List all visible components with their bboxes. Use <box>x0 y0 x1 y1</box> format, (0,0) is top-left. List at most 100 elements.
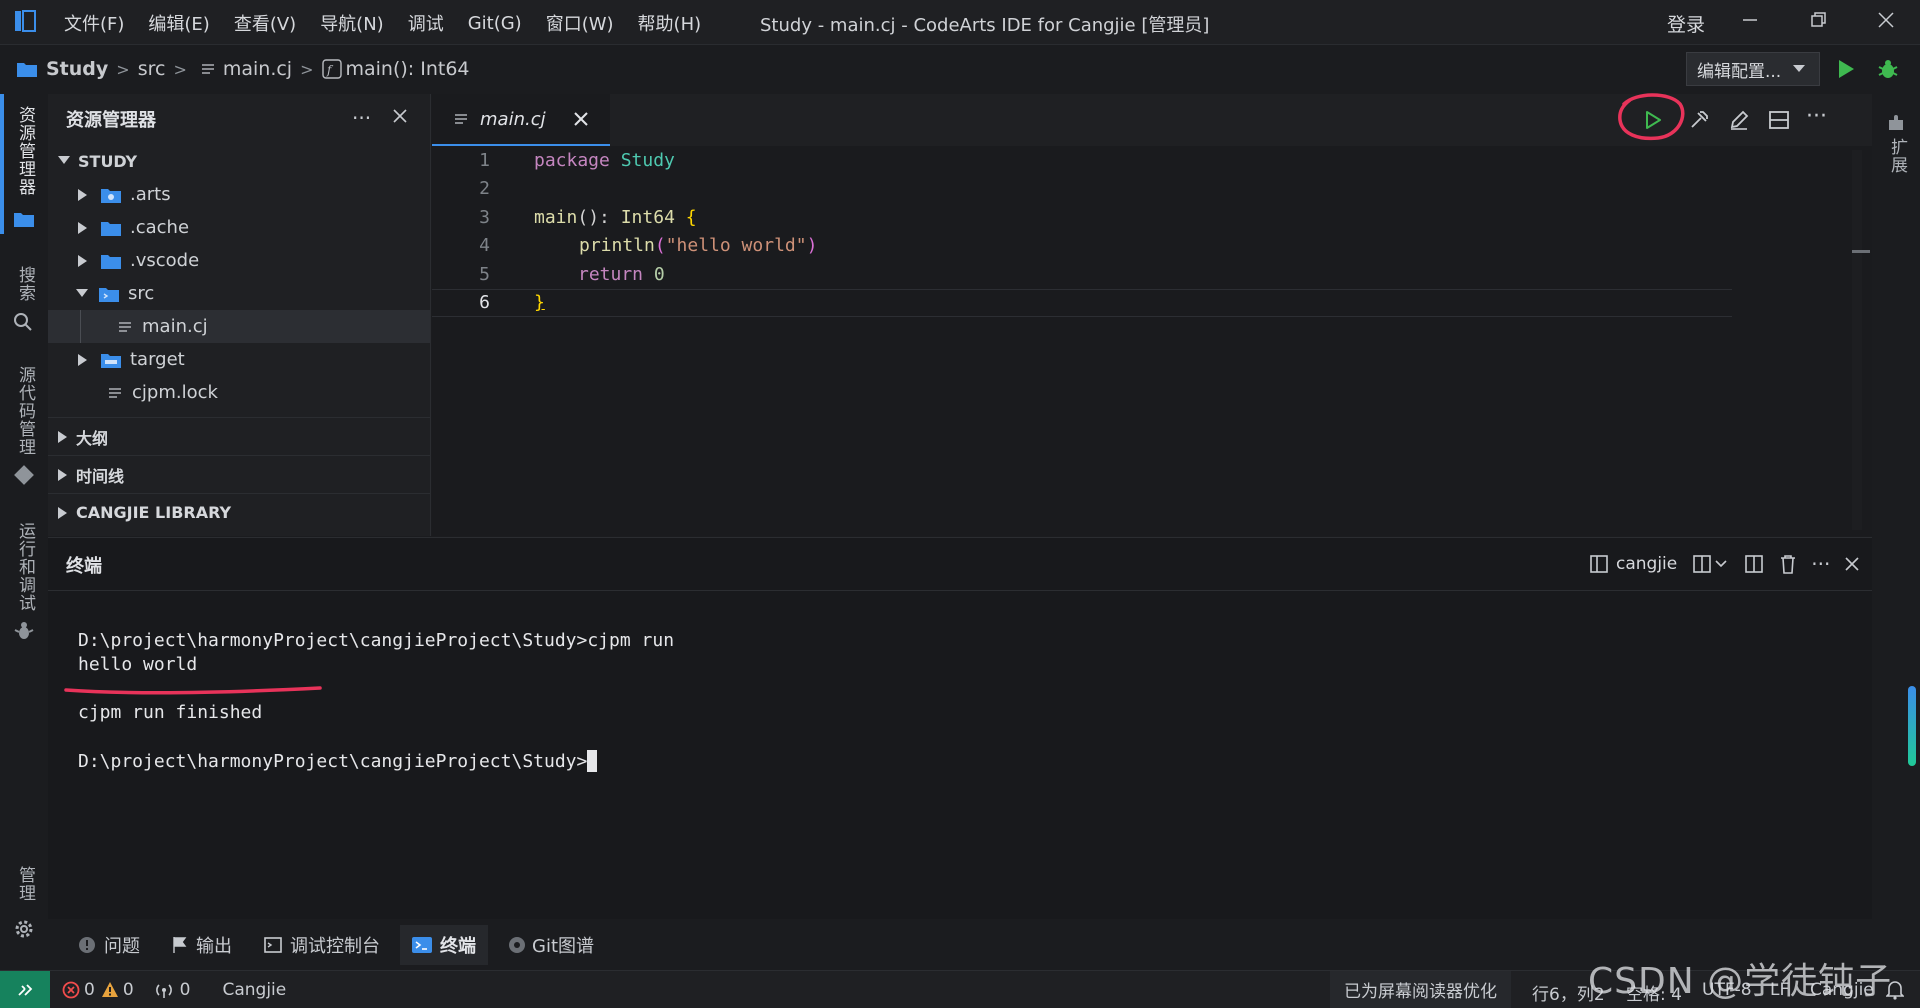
chevron-right-icon <box>78 353 87 366</box>
menu-view[interactable]: 查看(V) <box>234 10 296 36</box>
folder-icon <box>101 254 121 269</box>
breadcrumb-folder[interactable]: src <box>138 58 166 80</box>
terminal-scrollbar-thumb[interactable] <box>1908 686 1916 766</box>
editor-scrollbar[interactable] <box>1852 150 1862 530</box>
tree-root[interactable]: STUDY <box>48 144 430 178</box>
close-icon[interactable] <box>1844 556 1860 572</box>
tab-problems[interactable]: 问题 <box>66 925 152 965</box>
run-config-select[interactable]: 编辑配置... <box>1686 52 1820 86</box>
more-actions-icon[interactable]: ··· <box>1811 552 1830 576</box>
screen-reader-status[interactable]: 已为屏幕阅读器优化 <box>1330 971 1511 1008</box>
title-bar: 文件(F) 编辑(E) 查看(V) 导航(N) 调试 Git(G) 窗口(W) … <box>0 0 1920 45</box>
problems-counter[interactable]: 0 0 <box>62 980 134 1000</box>
menu-help[interactable]: 帮助(H) <box>638 10 702 36</box>
hammer-icon[interactable] <box>1688 109 1710 136</box>
split-terminal-icon[interactable] <box>1693 555 1712 573</box>
extensions-icon[interactable] <box>1886 112 1906 137</box>
tab-label: 问题 <box>104 936 140 957</box>
activity-explorer[interactable]: 资源管理器 <box>13 106 38 196</box>
section-timeline[interactable]: 时间线 <box>48 455 430 493</box>
function-icon: f <box>321 59 342 79</box>
more-actions-icon[interactable]: ··· <box>1806 104 1827 129</box>
code-number: 0 <box>653 263 665 285</box>
gear-icon[interactable] <box>13 918 35 945</box>
menu-navigate[interactable]: 导航(N) <box>320 10 384 36</box>
tree-item-label: src <box>128 283 155 304</box>
tree-item-vscode[interactable]: .vscode <box>48 244 430 277</box>
close-icon[interactable] <box>392 108 408 129</box>
tree-item-src[interactable]: src <box>48 277 430 310</box>
split-editor-icon[interactable] <box>1768 110 1790 135</box>
tree-item-arts[interactable]: .arts <box>48 178 430 211</box>
chevron-down-icon <box>76 288 88 297</box>
tab-output[interactable]: 输出 <box>160 925 244 965</box>
breadcrumb-symbol[interactable]: main(): Int64 <box>346 58 470 80</box>
code-editor[interactable]: 1 package Study 2 3 main(): Int64 { 4 pr… <box>432 146 1732 317</box>
watermark: CSDN @学徒钝子生 <box>1588 961 1893 1002</box>
tab-git-graph[interactable]: Git图谱 <box>496 925 606 965</box>
code-keyword: package <box>534 149 610 171</box>
split-panel-icon[interactable] <box>1745 555 1764 573</box>
login-button[interactable]: 登录 <box>1667 10 1705 37</box>
terminal-panel: 终端 cangjie ··· D:\project\harmonyProject… <box>48 537 1872 919</box>
line-number: 1 <box>479 149 490 171</box>
chevron-down-icon[interactable] <box>1715 560 1727 568</box>
menu-debug[interactable]: 调试 <box>408 10 444 36</box>
status-language-left[interactable]: Cangjie <box>222 980 286 1000</box>
tree-item-main-cj[interactable]: main.cj <box>48 310 430 343</box>
terminal-line: cjpm run finished <box>78 702 263 723</box>
chevron-down-icon <box>58 156 70 164</box>
svg-text:f: f <box>326 63 334 77</box>
terminal-panel-icon <box>1590 555 1608 573</box>
editor-tab-main-cj[interactable]: main.cj <box>432 94 610 146</box>
search-icon[interactable] <box>13 312 33 337</box>
breadcrumb-file[interactable]: main.cj <box>223 58 292 80</box>
warning-icon <box>101 981 118 997</box>
activity-scm[interactable]: 源代码管理 <box>13 366 38 456</box>
terminal-shell-label[interactable]: cangjie <box>1616 554 1677 574</box>
code-punct: (): <box>577 206 610 228</box>
tree-item-target[interactable]: target <box>48 343 430 376</box>
active-indicator <box>0 94 4 234</box>
activity-search[interactable]: 搜索 <box>13 266 38 302</box>
right-activity-bar: 扩展 <box>1872 94 1920 970</box>
tree-item-cjpm-lock[interactable]: cjpm.lock <box>48 376 430 409</box>
run-debug-icon[interactable] <box>13 620 35 647</box>
menu-window[interactable]: 窗口(W) <box>546 10 614 36</box>
breadcrumb-project[interactable]: Study <box>46 58 108 80</box>
code-brace: } <box>534 292 545 314</box>
activity-extensions[interactable]: 扩展 <box>1885 138 1910 174</box>
settings-folder-icon <box>101 188 121 203</box>
chevron-right-icon <box>58 430 67 443</box>
red-underline-annotation <box>64 680 324 701</box>
source-control-icon[interactable] <box>13 464 35 491</box>
scroll-thumb[interactable] <box>1852 250 1870 253</box>
tab-debug-console[interactable]: 调试控制台 <box>252 925 392 965</box>
remote-indicator[interactable] <box>0 971 50 1008</box>
more-actions-icon[interactable]: ··· <box>352 106 371 130</box>
code-identifier: Study <box>620 149 675 171</box>
activity-manage[interactable]: 管理 <box>13 866 38 902</box>
debug-bug-icon[interactable] <box>1876 57 1900 86</box>
menu-edit[interactable]: 编辑(E) <box>148 10 209 36</box>
minimize-icon[interactable] <box>1740 10 1760 35</box>
explorer-folder-icon[interactable] <box>13 210 35 233</box>
remote-icon <box>18 983 33 996</box>
close-window-icon[interactable] <box>1876 10 1896 35</box>
tree-item-cache[interactable]: .cache <box>48 211 430 244</box>
window-title: Study - main.cj - CodeArts IDE for Cangj… <box>760 15 1210 36</box>
activity-debug[interactable]: 运行和调试 <box>13 522 38 612</box>
restore-icon[interactable] <box>1808 10 1828 35</box>
run-icon[interactable] <box>1836 58 1856 85</box>
close-icon[interactable] <box>573 112 588 126</box>
section-cangjie-library[interactable]: CANGJIE LIBRARY <box>48 493 430 531</box>
section-label: CANGJIE LIBRARY <box>76 503 232 522</box>
ports-indicator[interactable]: 0 <box>154 980 190 1000</box>
flag-icon <box>173 937 187 953</box>
section-outline[interactable]: 大纲 <box>48 417 430 455</box>
menu-file[interactable]: 文件(F) <box>64 10 124 36</box>
menu-git[interactable]: Git(G) <box>468 13 522 34</box>
tab-terminal[interactable]: 终端 <box>400 925 488 965</box>
edit-pencil-icon[interactable] <box>1728 109 1750 136</box>
trash-icon[interactable] <box>1779 554 1797 574</box>
